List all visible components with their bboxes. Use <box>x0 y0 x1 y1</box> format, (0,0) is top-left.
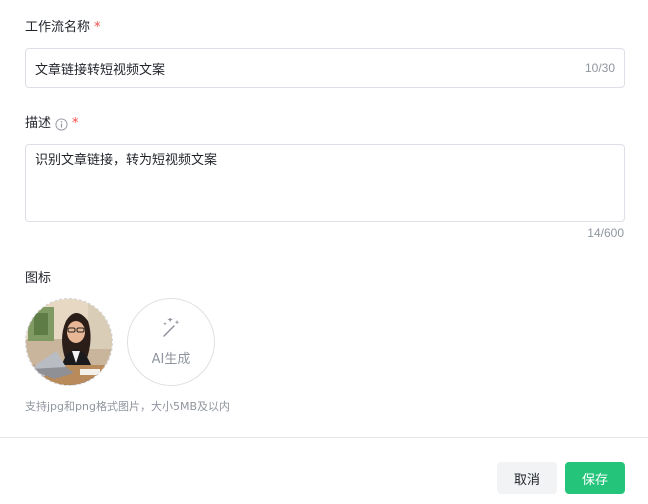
workflow-name-label-text: 工作流名称 <box>25 20 91 35</box>
save-button[interactable]: 保存 <box>565 462 625 494</box>
workflow-name-field[interactable]: 10/30 <box>25 48 625 88</box>
icon-options: AI生成 <box>25 298 215 386</box>
description-textarea[interactable]: 识别文章链接，转为短视频文案 <box>26 145 624 221</box>
required-mark: * <box>72 116 79 131</box>
description-label-text: 描述 <box>25 116 52 131</box>
ai-generate-button[interactable]: AI生成 <box>127 298 215 386</box>
workflow-name-counter: 10/30 <box>584 61 615 75</box>
required-mark: * <box>94 20 101 35</box>
workflow-edit-dialog: 工作流名称 * 10/30 描述 * 识别文章链接，转为短视频文案 14/600… <box>0 0 648 504</box>
description-counter: 14/600 <box>587 226 624 240</box>
description-label: 描述 * <box>25 115 79 133</box>
info-circle-icon[interactable] <box>55 117 68 131</box>
icon-label: 图标 <box>25 270 51 288</box>
magic-wand-icon <box>160 316 182 344</box>
workflow-name-label: 工作流名称 * <box>25 19 101 37</box>
avatar-photo-illustration <box>26 299 112 385</box>
icon-upload-hint: 支持jpg和png格式图片，大小5MB及以内 <box>25 400 230 413</box>
workflow-name-input[interactable] <box>26 49 566 87</box>
ai-generate-label: AI生成 <box>151 351 191 367</box>
cancel-button[interactable]: 取消 <box>497 462 557 494</box>
workflow-avatar-image[interactable] <box>25 298 113 386</box>
footer-divider <box>0 437 648 438</box>
description-field[interactable]: 识别文章链接，转为短视频文案 <box>25 144 625 222</box>
icon-label-text: 图标 <box>25 271 52 286</box>
